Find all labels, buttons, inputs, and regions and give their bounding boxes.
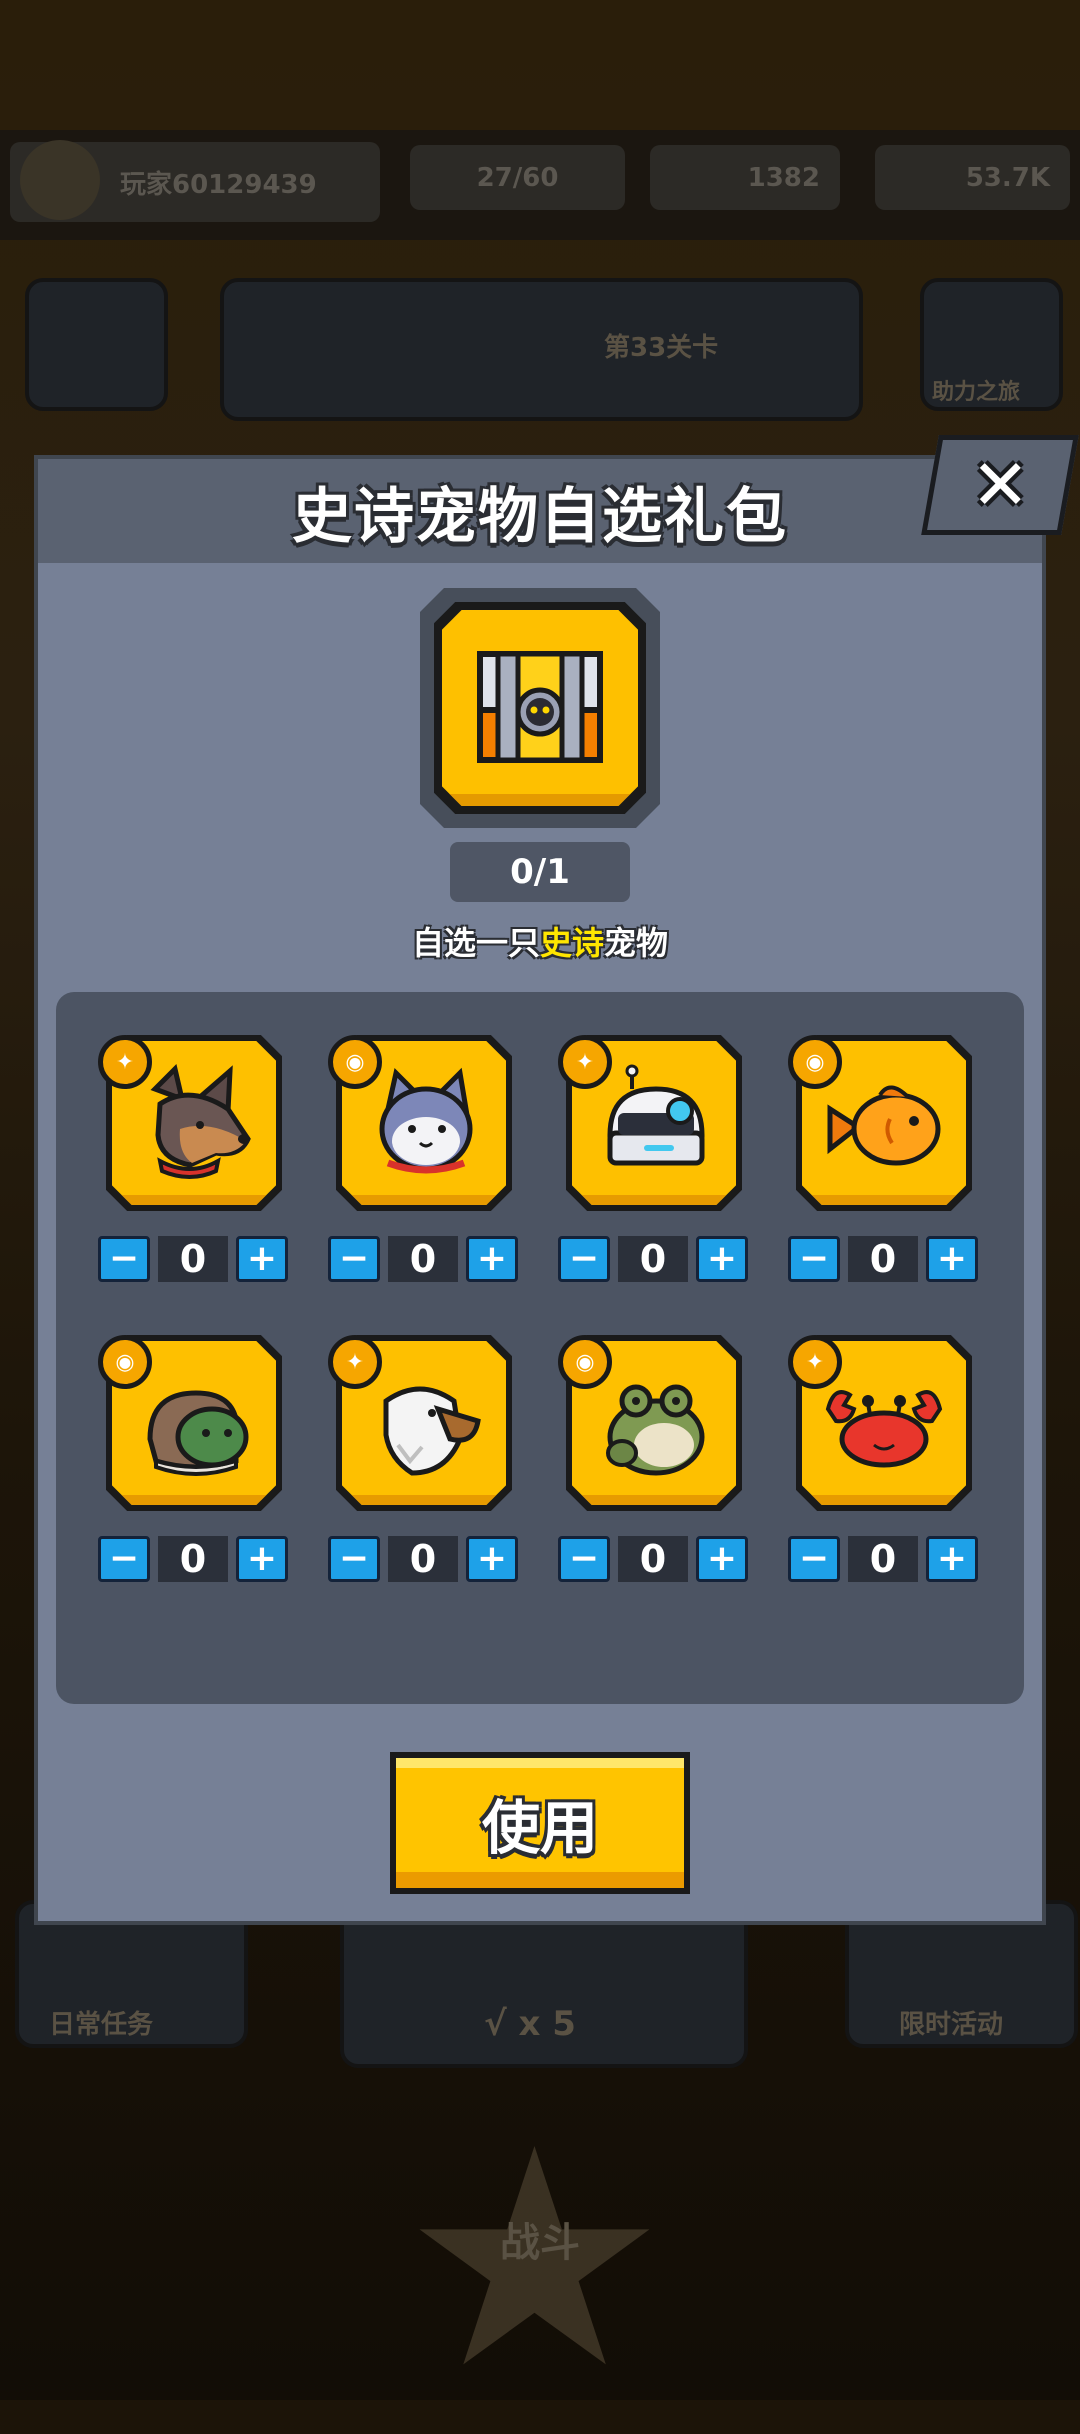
pet-count: 0 bbox=[618, 1536, 688, 1582]
plus-button[interactable]: + bbox=[466, 1236, 518, 1282]
minus-button[interactable]: − bbox=[558, 1536, 610, 1582]
task-progress-text: √ x 5 bbox=[484, 2004, 576, 2044]
minus-button[interactable]: − bbox=[788, 1536, 840, 1582]
pet-card-turtle: ◉ − 0 + bbox=[98, 1335, 298, 1595]
close-button[interactable]: ✕ bbox=[921, 435, 1079, 535]
pet-count: 0 bbox=[158, 1236, 228, 1282]
event-label: 限时活动 bbox=[899, 2010, 1004, 2040]
task-progress-panel: √ x 5 bbox=[340, 1900, 748, 2068]
pet-card-eagle: ✦ − 0 + bbox=[328, 1335, 528, 1595]
plus-button[interactable]: + bbox=[696, 1236, 748, 1282]
top-status-bar: 玩家60129439 27/60 1382 53.7K bbox=[0, 130, 1080, 240]
pet-card-cat: ◉ − 0 + bbox=[328, 1035, 528, 1295]
quantity-stepper: − 0 + bbox=[98, 1235, 294, 1283]
energy-value: 27/60 bbox=[476, 162, 559, 193]
pet-count: 0 bbox=[848, 1536, 918, 1582]
defense-badge-icon: ◉ bbox=[328, 1035, 382, 1089]
minus-button[interactable]: − bbox=[558, 1236, 610, 1282]
defense-badge-icon: ◉ bbox=[558, 1335, 612, 1389]
gems-value: 1382 bbox=[747, 162, 820, 193]
minus-button[interactable]: − bbox=[328, 1536, 380, 1582]
attack-badge-icon: ✦ bbox=[788, 1335, 842, 1389]
modal-title: 史诗宠物自选礼包 bbox=[292, 481, 788, 552]
energy-chip: 27/60 bbox=[410, 145, 625, 210]
minus-button[interactable]: − bbox=[98, 1536, 150, 1582]
desc-suffix: 宠物 bbox=[604, 924, 669, 962]
boost-label: 助力之旅 bbox=[932, 380, 1021, 405]
menu-button bbox=[25, 278, 168, 411]
quantity-stepper: − 0 + bbox=[788, 1535, 984, 1583]
plus-button[interactable]: + bbox=[236, 1536, 288, 1582]
pet-card-dog: ✦ − 0 + bbox=[98, 1035, 298, 1295]
battle-label: 战斗 bbox=[500, 2220, 580, 2266]
defense-badge-icon: ◉ bbox=[98, 1335, 152, 1389]
minus-button[interactable]: − bbox=[98, 1236, 150, 1282]
player-avatar bbox=[20, 140, 100, 220]
attack-badge-icon: ✦ bbox=[98, 1035, 152, 1089]
quantity-stepper: − 0 + bbox=[328, 1535, 524, 1583]
plus-button[interactable]: + bbox=[926, 1236, 978, 1282]
plus-button[interactable]: + bbox=[696, 1536, 748, 1582]
gems-chip: 1382 bbox=[650, 145, 840, 210]
attack-badge-icon: ✦ bbox=[558, 1035, 612, 1089]
defense-badge-icon: ◉ bbox=[788, 1035, 842, 1089]
desc-highlight: 史诗 bbox=[539, 924, 604, 962]
chest-icon-bg bbox=[442, 610, 638, 806]
stage-banner: 第33关卡 bbox=[220, 278, 863, 421]
minus-button[interactable]: − bbox=[328, 1236, 380, 1282]
quantity-stepper: − 0 + bbox=[788, 1235, 984, 1283]
pet-card-robot: ✦ − 0 + bbox=[558, 1035, 758, 1295]
plus-button[interactable]: + bbox=[236, 1236, 288, 1282]
plus-button[interactable]: + bbox=[466, 1536, 518, 1582]
quantity-stepper: − 0 + bbox=[328, 1235, 524, 1283]
boost-button: 助力之旅 bbox=[920, 278, 1063, 411]
pet-card-crab: ✦ − 0 + bbox=[788, 1335, 988, 1595]
use-button[interactable]: 使用 bbox=[390, 1752, 690, 1894]
quantity-stepper: − 0 + bbox=[558, 1535, 754, 1583]
pet-count: 0 bbox=[158, 1536, 228, 1582]
stage-text: 第33关卡 bbox=[604, 333, 719, 363]
pet-count: 0 bbox=[848, 1236, 918, 1282]
use-button-label: 使用 bbox=[396, 1758, 684, 1888]
player-name: 玩家60129439 bbox=[120, 169, 317, 200]
desc-prefix: 自选一只 bbox=[411, 924, 540, 962]
plus-button[interactable]: + bbox=[926, 1536, 978, 1582]
quantity-stepper: − 0 + bbox=[558, 1235, 754, 1283]
pet-card-goldfish: ◉ − 0 + bbox=[788, 1035, 988, 1295]
coins-chip: 53.7K bbox=[875, 145, 1070, 210]
pet-count: 0 bbox=[388, 1536, 458, 1582]
attack-badge-icon: ✦ bbox=[328, 1335, 382, 1389]
daily-task-label: 日常任务 bbox=[49, 2010, 154, 2040]
quantity-stepper: − 0 + bbox=[98, 1535, 294, 1583]
pet-count: 0 bbox=[618, 1236, 688, 1282]
chest-icon bbox=[477, 651, 603, 763]
selection-progress: 0/1 bbox=[450, 842, 630, 902]
coins-value: 53.7K bbox=[965, 162, 1050, 193]
selection-description: 自选一只史诗宠物 bbox=[0, 918, 1080, 964]
pet-card-frog: ◉ − 0 + bbox=[558, 1335, 758, 1595]
close-icon: ✕ bbox=[970, 444, 1030, 526]
minus-button[interactable]: − bbox=[788, 1236, 840, 1282]
pet-count: 0 bbox=[388, 1236, 458, 1282]
